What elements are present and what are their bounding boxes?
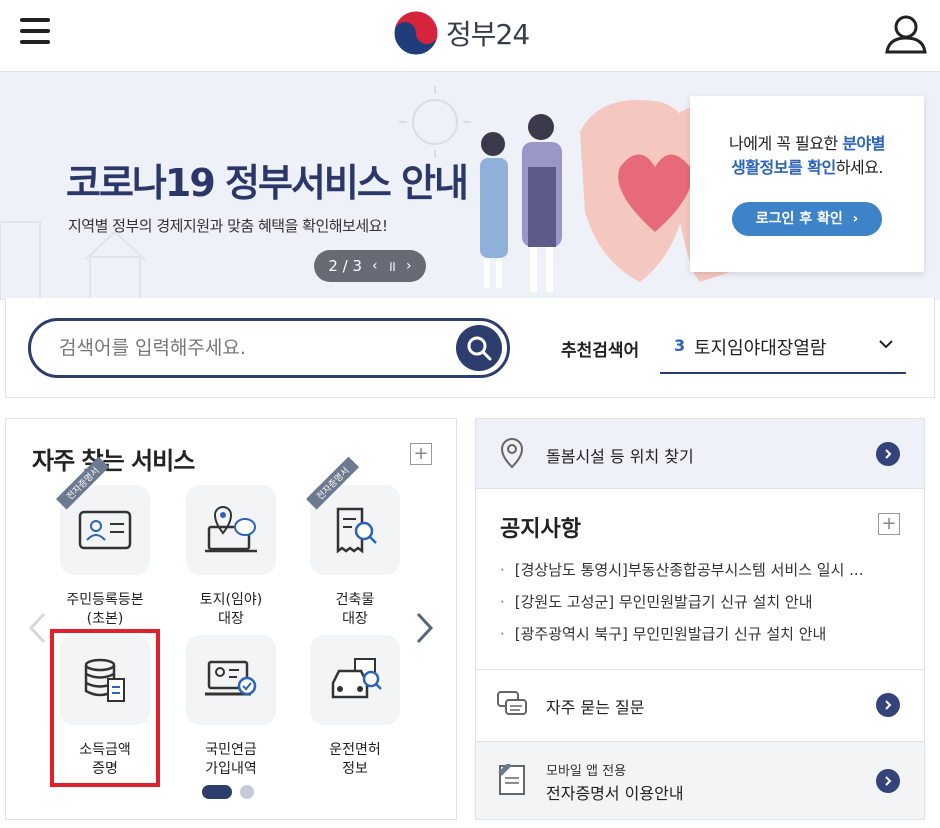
login-text-1: 나에게 꼭 필요한 [729, 134, 843, 153]
notice-list: · [경상남도 통영시]부동산종합공부시스템 서비스 일시 ... · [강원도 고… [500, 559, 900, 655]
service-label-line1: 토지(임야) [199, 592, 263, 608]
services-title: 자주 찾는 서비스 [32, 447, 195, 475]
banner-title: 코로나19 정부서비스 안내 [66, 161, 469, 205]
carousel-dot-active[interactable] [202, 785, 232, 799]
service-label: 토지(임야) 대장 [176, 591, 286, 629]
building-document-icon [336, 507, 377, 554]
login-check-button[interactable]: 로그인 후 확인 › [732, 202, 882, 236]
faq-link[interactable]: 자주 묻는 질문 [476, 669, 924, 739]
service-resident-registration[interactable]: 전자증명서 주민등록등본 (초본) [50, 456, 160, 629]
service-pension-history[interactable]: 국민연금 가입내역 [176, 635, 286, 779]
service-land-register[interactable]: 토지(임야) 대장 [176, 485, 286, 629]
chevron-right-icon: › [847, 211, 859, 227]
login-card-text: 나에게 꼭 필요한 분야별 생활정보를 확인하세요. [690, 132, 924, 180]
taegeuk-logo-icon [393, 10, 439, 56]
service-tile: 전자증명서 [306, 456, 400, 575]
service-tile [310, 635, 400, 725]
chat-bubble-icon [497, 691, 527, 715]
chevron-left-icon[interactable] [26, 611, 48, 645]
service-building-register[interactable]: 전자증명서 건축물 대장 [300, 456, 410, 629]
car-license-icon [331, 658, 382, 699]
chevron-down-icon [879, 340, 893, 349]
notice-item[interactable]: · [경상남도 통영시]부동산종합공부시스템 서비스 일시 ... [500, 559, 900, 591]
service-label-line2: 대장 [218, 611, 244, 627]
e-certificate-document-icon [498, 764, 525, 795]
service-label: 건축물 대장 [300, 591, 410, 629]
notice-more-plus-icon[interactable]: + [878, 513, 900, 535]
recommended-rank: 3 [674, 336, 686, 355]
right-panel: 돌봄시설 등 위치 찾기 공지사항 + · [경상남도 통영시]부동산종합공부시스… [475, 418, 925, 820]
search-icon[interactable] [456, 325, 502, 371]
service-label: 주민등록등본 (초본) [50, 591, 160, 629]
service-label-line2: 가입내역 [205, 761, 257, 777]
login-card: 나에게 꼭 필요한 분야별 생활정보를 확인하세요. 로그인 후 확인 › [690, 96, 924, 272]
user-icon[interactable] [884, 14, 928, 54]
next-slide-icon[interactable]: › [406, 258, 412, 274]
logo-title: 정부24 [446, 18, 530, 51]
header: 정부24 [0, 0, 940, 72]
carousel-dots [202, 785, 254, 799]
mobile-e-certificate-link[interactable]: 모바일 앱 전용 전자증명서 이용안내 [476, 741, 924, 819]
recommended-term: 토지임야대장열람 [694, 338, 827, 359]
services-more-plus-icon[interactable]: + [410, 443, 432, 465]
service-label-line1: 운전면허 [329, 742, 381, 758]
land-map-icon [205, 506, 257, 553]
banner-pager: 2 / 3 ‹ ॥ › [314, 250, 426, 282]
service-tile [186, 635, 276, 725]
notice-text: [광주광역시 북구] 무인민원발급기 신규 설치 안내 [514, 625, 827, 643]
search-input[interactable] [59, 333, 439, 363]
login-button-label: 로그인 후 확인 [755, 211, 843, 227]
pager-count: 2 / 3 [328, 257, 363, 275]
frequent-services-panel: 자주 찾는 서비스 + 전자증명서 주민등록등본 (초본) 토지(임야) 대장 … [5, 418, 457, 820]
search-area: 추천검색어 3 토지임야대장열람 [5, 298, 935, 398]
login-text-highlight-2: 생활정보를 확인 [731, 158, 836, 177]
chevron-right-circle-icon [876, 769, 900, 793]
recommended-keyword-select[interactable]: 3 토지임야대장열람 [660, 322, 906, 374]
service-label-line1: 국민연금 [205, 742, 257, 758]
service-label-line1: 주민등록등본 [66, 592, 144, 608]
notice-item[interactable]: · [광주광역시 북구] 무인민원발급기 신규 설치 안내 [500, 623, 900, 655]
pension-laptop-icon [205, 660, 257, 696]
highlight-box [50, 629, 160, 787]
hamburger-menu-icon[interactable] [20, 18, 50, 44]
logo[interactable]: 정부24 [392, 9, 530, 57]
service-label-line1: 건축물 [335, 592, 375, 608]
location-pin-icon [500, 437, 524, 469]
notice-text: [경상남도 통영시]부동산종합공부시스템 서비스 일시 ... [514, 561, 864, 579]
id-card-icon [78, 510, 132, 550]
login-text-2: 하세요. [835, 158, 884, 177]
login-text-highlight-1: 분야별 [842, 134, 885, 153]
promo-banner[interactable]: 코로나19 정부서비스 안내 지역별 정부의 경제지원과 맞춤 혜택을 확인해보… [0, 72, 940, 300]
pause-icon[interactable]: ॥ [388, 257, 396, 276]
search-box [28, 318, 510, 378]
faq-label: 자주 묻는 질문 [546, 698, 645, 717]
chevron-right-icon[interactable] [414, 611, 436, 645]
chevron-right-circle-icon [876, 693, 900, 717]
notice-title: 공지사항 [500, 517, 581, 542]
care-facility-link[interactable]: 돌봄시설 등 위치 찾기 [476, 419, 924, 489]
banner-subtitle: 지역별 정부의 경제지원과 맞춤 혜택을 확인해보세요! [68, 217, 388, 235]
mobile-only-label: 모바일 앱 전용 [546, 764, 627, 779]
notice-item[interactable]: · [강원도 고성군] 무인민원발급기 신규 설치 안내 [500, 591, 900, 623]
chevron-right-circle-icon [876, 442, 900, 466]
service-tile [186, 485, 276, 575]
recommended-label: 추천검색어 [561, 341, 640, 361]
service-label-line2: 정보 [342, 761, 368, 777]
service-tile: 전자증명서 [56, 456, 150, 575]
notice-text: [강원도 고성군] 무인민원발급기 신규 설치 안내 [514, 593, 813, 611]
prev-slide-icon[interactable]: ‹ [372, 258, 378, 274]
e-certificate-guide-label: 전자증명서 이용안내 [546, 784, 684, 803]
service-label-line2: (초본) [86, 611, 124, 627]
service-label: 국민연금 가입내역 [176, 741, 286, 779]
service-label: 운전면허 정보 [300, 741, 410, 779]
care-facility-label: 돌봄시설 등 위치 찾기 [546, 447, 694, 466]
service-label-line2: 대장 [342, 611, 368, 627]
e-certificate-ribbon: 전자증명서 [306, 456, 360, 510]
service-driver-license[interactable]: 운전면허 정보 [300, 635, 410, 779]
carousel-dot[interactable] [240, 785, 254, 799]
